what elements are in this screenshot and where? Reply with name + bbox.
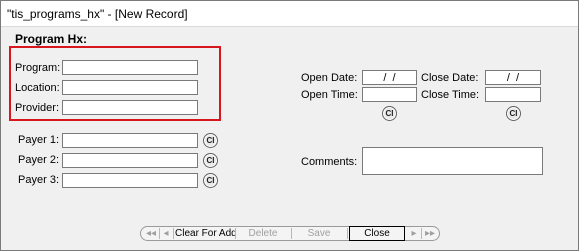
close-time-label: Close Time:	[421, 89, 480, 101]
prev-record-button[interactable]: ◂	[161, 227, 171, 240]
save-button[interactable]: Save	[294, 227, 344, 240]
payer1-field[interactable]	[62, 133, 198, 148]
open-time-label: Open Time:	[301, 89, 358, 101]
window-title: "tis_programs_hx" - [New Record]	[7, 7, 188, 21]
provider-label: Provider:	[15, 102, 60, 114]
location-label: Location:	[15, 82, 60, 94]
toolbar-divider	[173, 228, 174, 239]
open-date-label: Open Date:	[301, 72, 358, 84]
toolbar-divider	[291, 228, 292, 239]
close-time-ci-button[interactable]: CI	[506, 106, 521, 121]
payer1-label: Payer 1:	[18, 134, 59, 146]
delete-button[interactable]: Delete	[238, 227, 288, 240]
open-time-ci-button[interactable]: CI	[382, 106, 397, 121]
program-label: Program:	[15, 62, 61, 74]
toolbar-divider	[159, 228, 160, 239]
open-time-field[interactable]	[362, 87, 417, 102]
record-nav-toolbar: ◂◂ ◂ Clear For Add Delete Save Close ▸ ▸…	[140, 226, 440, 241]
provider-field[interactable]	[62, 100, 198, 115]
open-date-field[interactable]	[362, 70, 417, 85]
payer1-ci-button[interactable]: CI	[203, 133, 218, 148]
comments-field[interactable]	[362, 147, 543, 175]
toolbar-divider	[235, 228, 236, 239]
comments-label: Comments:	[301, 156, 358, 168]
payer3-ci-button[interactable]: CI	[203, 173, 218, 188]
program-field[interactable]	[62, 60, 198, 75]
clear-for-add-button[interactable]: Clear For Add	[175, 227, 237, 240]
payer2-field[interactable]	[62, 153, 198, 168]
close-button[interactable]: Close	[349, 226, 405, 241]
last-record-button[interactable]: ▸▸	[424, 227, 436, 240]
section-title: Program Hx:	[15, 32, 88, 46]
payer2-ci-button[interactable]: CI	[203, 153, 218, 168]
title-bar: "tis_programs_hx" - [New Record]	[1, 1, 578, 27]
payer2-label: Payer 2:	[18, 154, 59, 166]
app-window: "tis_programs_hx" - [New Record] Program…	[0, 0, 579, 251]
next-record-button[interactable]: ▸	[409, 227, 419, 240]
toolbar-divider	[347, 228, 348, 239]
close-time-field[interactable]	[485, 87, 541, 102]
close-date-label: Close Date:	[421, 72, 479, 84]
location-field[interactable]	[62, 80, 198, 95]
toolbar-divider	[421, 228, 422, 239]
payer3-label: Payer 3:	[18, 174, 59, 186]
first-record-button[interactable]: ◂◂	[145, 227, 157, 240]
close-date-field[interactable]	[485, 70, 541, 85]
payer3-field[interactable]	[62, 173, 198, 188]
